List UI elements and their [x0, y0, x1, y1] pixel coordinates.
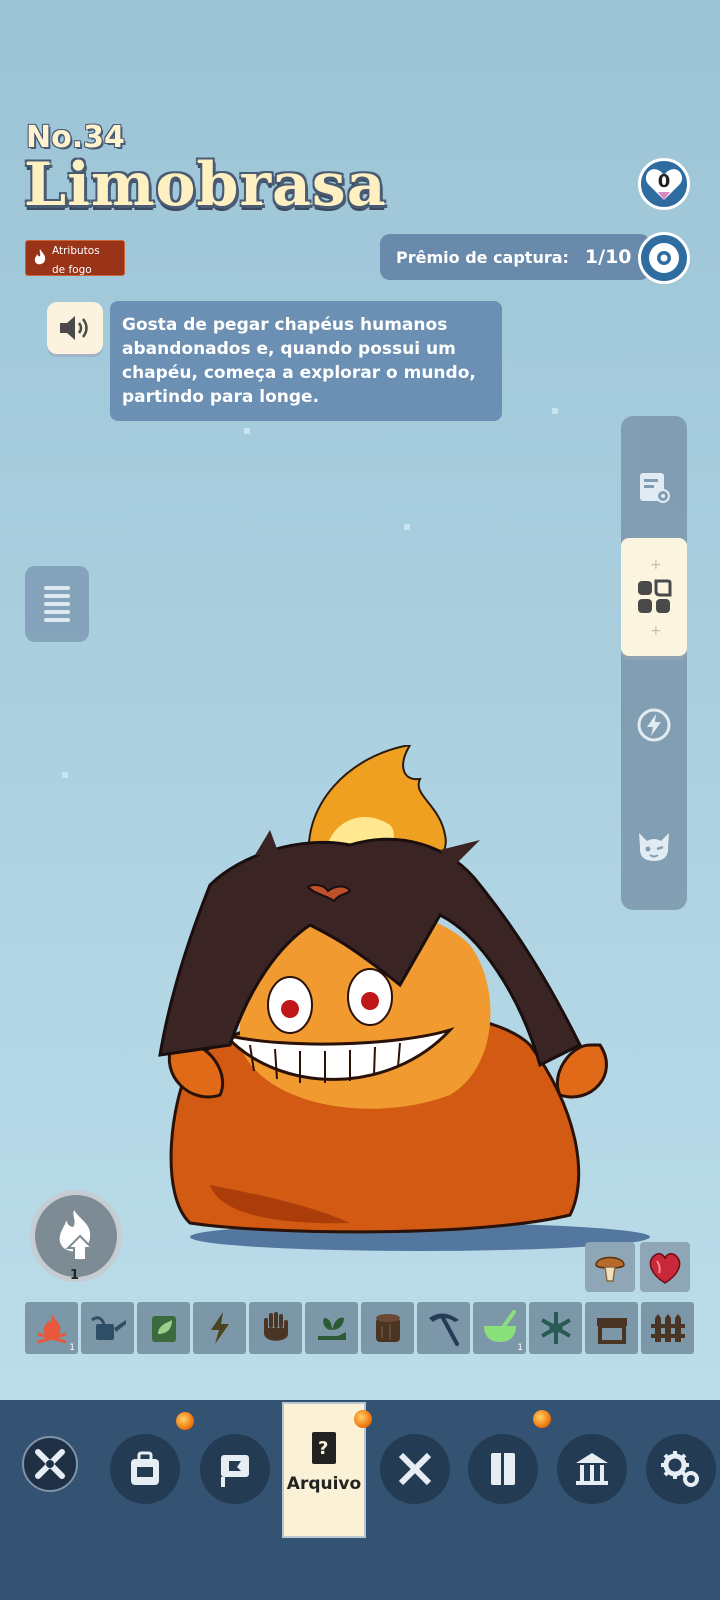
gear-icon — [661, 1451, 699, 1487]
nav-settings[interactable] — [646, 1434, 716, 1504]
voice-play-button[interactable] — [47, 302, 103, 354]
lightning-bolt-icon — [210, 1312, 229, 1344]
svg-text:?: ? — [318, 1438, 328, 1459]
skill-farming — [641, 1302, 694, 1354]
capture-label: Prêmio de captura: — [396, 247, 569, 267]
seed-bag-icon — [151, 1316, 176, 1342]
campfire-icon — [37, 1314, 66, 1344]
mortar-icon — [483, 1310, 516, 1342]
technology-icon — [398, 1452, 432, 1486]
nav-journal[interactable] — [468, 1434, 538, 1504]
snowflake-icon — [540, 1312, 571, 1344]
favorite-heart-button[interactable]: 0 — [638, 158, 690, 210]
mushroom-icon — [595, 1256, 625, 1282]
skill-lumbering — [361, 1302, 414, 1354]
condense-level-number: 1 — [70, 1268, 80, 1283]
notification-dot — [176, 1412, 194, 1430]
skill-watering — [81, 1302, 134, 1354]
nav-base[interactable] — [200, 1434, 270, 1504]
skill-gathering — [305, 1302, 358, 1354]
hand-icon — [263, 1312, 288, 1341]
box-icon — [596, 1318, 627, 1344]
fire-icon — [34, 249, 46, 265]
nav-archive-label: Arquivo — [286, 1474, 362, 1494]
skill-level: 1 — [69, 1343, 75, 1353]
log-icon — [375, 1314, 400, 1342]
sprout-hand-icon — [317, 1317, 346, 1340]
watering-can-icon — [90, 1316, 126, 1340]
notification-dot — [533, 1410, 551, 1428]
nav-technology[interactable] — [380, 1434, 450, 1504]
speaker-icon — [60, 316, 88, 340]
skill-electricity — [193, 1302, 246, 1354]
pal-sphere-icon — [638, 232, 690, 284]
flag-icon — [221, 1455, 249, 1487]
archive-book-icon: ? — [312, 1432, 336, 1464]
backpack-icon — [131, 1451, 159, 1485]
skill-planting — [137, 1302, 190, 1354]
attribute-label-line1: Atributos — [52, 245, 100, 257]
pickaxe-icon — [428, 1313, 459, 1346]
svg-text:+: + — [650, 557, 662, 573]
skill-kindling: 1 — [25, 1302, 78, 1354]
attribute-label-line2: de fogo — [52, 264, 92, 276]
heart-meat-icon — [649, 1252, 681, 1284]
partner-skill-icon: + + — [638, 557, 672, 637]
journal-icon — [491, 1453, 515, 1485]
pal-description: Gosta de pegar chapéus humanos abandonad… — [110, 301, 502, 421]
fire-attribute-badge: Atributos de fogo — [25, 240, 125, 276]
tab-stats[interactable] — [621, 454, 687, 520]
work-suitability-row: 1 1 — [25, 1302, 694, 1354]
tab-partner-skills[interactable]: + + — [621, 538, 687, 656]
nav-archive[interactable]: ? Arquivo — [282, 1402, 366, 1538]
skill-transporting — [585, 1302, 638, 1354]
museum-icon — [576, 1453, 608, 1485]
list-menu-button[interactable] — [25, 566, 89, 642]
capture-reward-bar: Prêmio de captura: 1/10 — [380, 234, 650, 280]
capture-value: 1/10 — [584, 246, 632, 268]
close-icon — [35, 1449, 65, 1479]
fence-icon — [650, 1314, 685, 1342]
food-mushroom — [585, 1242, 635, 1292]
nav-inventory[interactable] — [110, 1434, 180, 1504]
skill-handiwork — [249, 1302, 302, 1354]
pal-model-image — [158, 745, 650, 1251]
skill-cooling — [529, 1302, 582, 1354]
pal-name: Limobrasa — [24, 150, 387, 220]
close-button[interactable] — [22, 1436, 78, 1492]
nav-museum[interactable] — [557, 1434, 627, 1504]
list-icon — [44, 586, 70, 622]
fire-upgrade-icon — [59, 1210, 95, 1261]
lightning-icon — [637, 708, 671, 742]
skill-level: 1 — [517, 1343, 523, 1353]
heart-count: 0 — [657, 171, 671, 192]
stats-icon — [640, 473, 670, 503]
food-heart-meat — [640, 1242, 690, 1292]
skill-mining — [417, 1302, 470, 1354]
svg-text:+: + — [650, 623, 662, 637]
notification-dot — [354, 1410, 372, 1428]
skill-medicine: 1 — [473, 1302, 526, 1354]
